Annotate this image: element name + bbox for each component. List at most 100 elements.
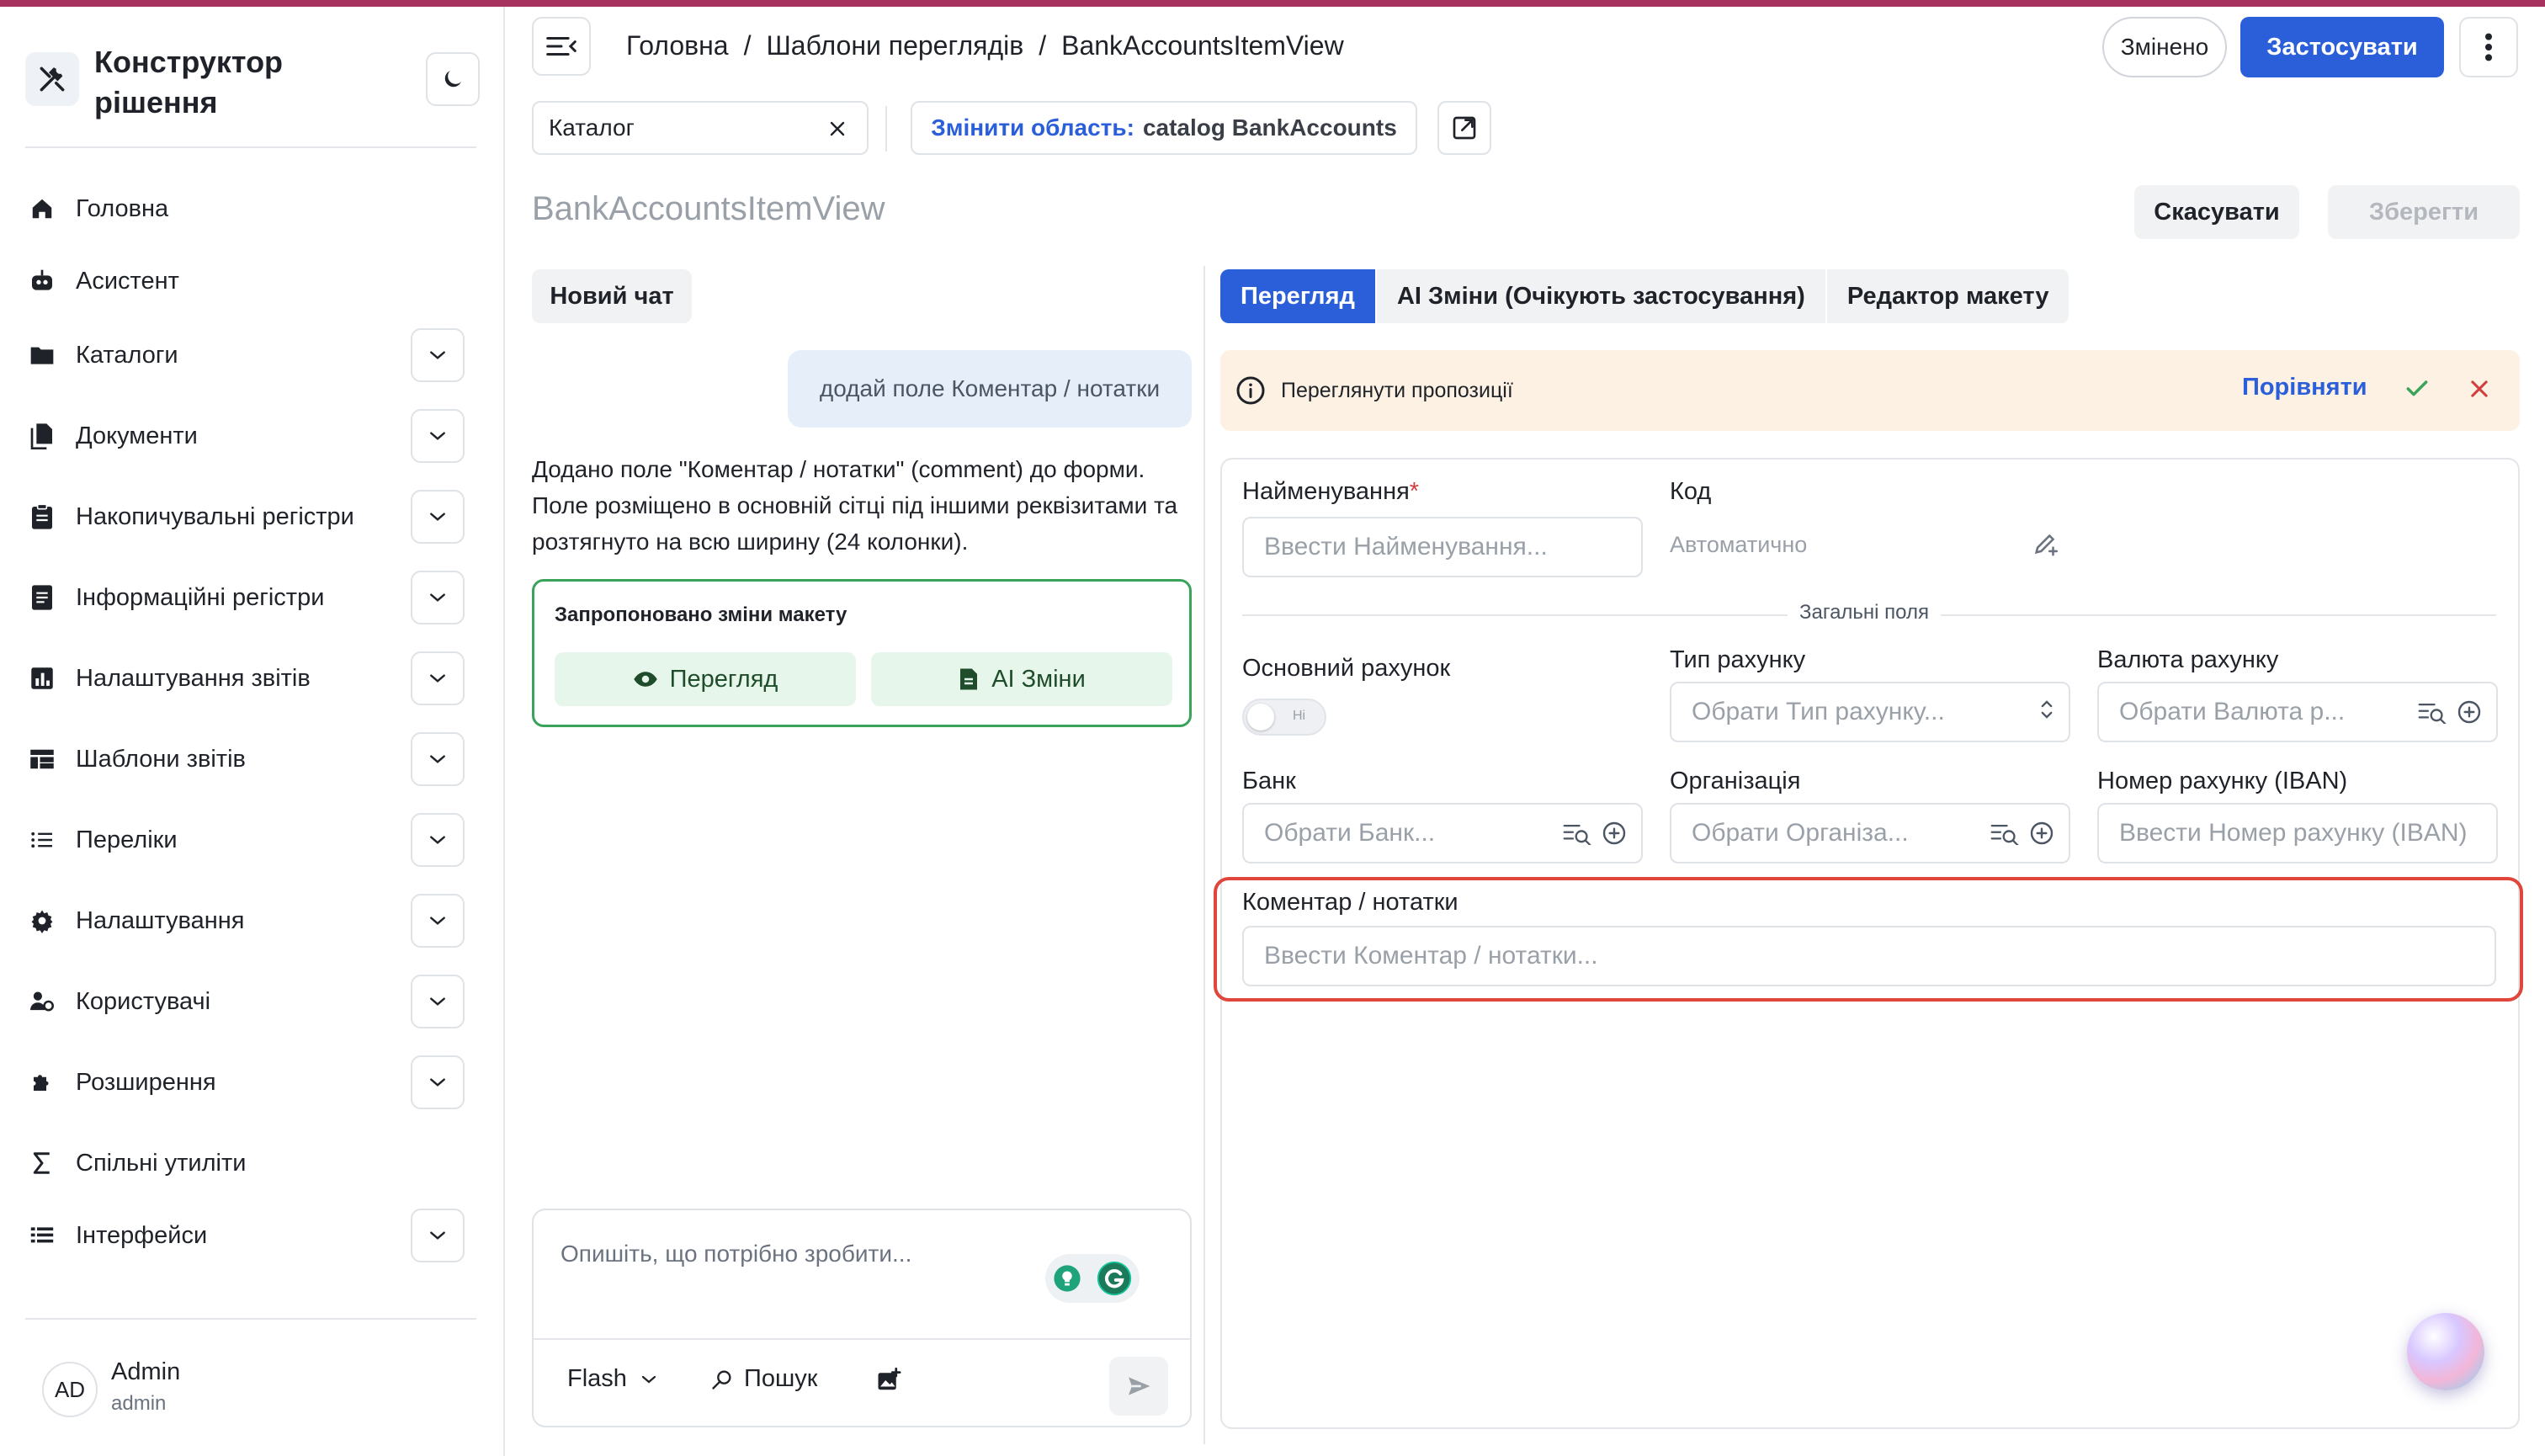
- accept-changes-button[interactable]: [2400, 372, 2434, 406]
- model-select[interactable]: Flash: [567, 1365, 657, 1393]
- breadcrumb-view-templates[interactable]: Шаблони переглядів: [766, 30, 1023, 61]
- sidebar-item-sigma[interactable]: Спільні утиліти: [25, 1136, 463, 1190]
- more-options-button[interactable]: [2459, 17, 2518, 77]
- org-placeholder: Обрати Організа...: [1692, 819, 1909, 847]
- chevron-down-icon[interactable]: [411, 975, 465, 1028]
- assistant-orb-button[interactable]: [2407, 1313, 2484, 1390]
- sidebar-item-register[interactable]: Інформаційні регістри: [25, 571, 465, 624]
- cancel-button[interactable]: Скасувати: [2134, 185, 2299, 239]
- image-add-icon: [878, 1368, 901, 1390]
- chevron-down-icon[interactable]: [411, 732, 465, 786]
- sidebar-item-label: Спільні утиліти: [76, 1149, 247, 1177]
- register-icon: [25, 581, 59, 614]
- breadcrumb-home[interactable]: Головна: [626, 30, 729, 61]
- bank-label: Банк: [1242, 768, 1296, 794]
- grammarly-widget[interactable]: [1045, 1254, 1140, 1303]
- required-marker: *: [1409, 478, 1420, 505]
- new-field-highlight: [1214, 877, 2523, 1002]
- collapse-sidebar-button[interactable]: [532, 17, 591, 76]
- tab-ai-changes[interactable]: AI Зміни (Очікують застосування): [1376, 269, 1827, 323]
- sidebar-item-robot[interactable]: Асистент: [25, 254, 463, 308]
- sidebar-item-users[interactable]: Користувачі: [25, 975, 465, 1028]
- add-circle-icon[interactable]: [2456, 699, 2483, 725]
- grammarly-icon: [1097, 1261, 1131, 1296]
- sidebar-item-label: Налаштування звітів: [76, 664, 311, 692]
- breadcrumb: Головна / Шаблони переглядів / BankAccou…: [626, 30, 1344, 61]
- main-account-toggle[interactable]: Ні: [1242, 699, 1326, 736]
- org-select[interactable]: Обрати Організа...: [1670, 803, 2070, 864]
- send-button[interactable]: [1109, 1357, 1168, 1416]
- sidebar-item-label: Налаштування: [76, 906, 245, 934]
- sidebar-item-documents[interactable]: Документи: [25, 409, 465, 463]
- sidebar-item-chart[interactable]: Налаштування звітів: [25, 651, 465, 705]
- theme-toggle-button[interactable]: [426, 52, 480, 106]
- account-type-select[interactable]: Обрати Тип рахунку...: [1670, 682, 2070, 742]
- code-label: Код: [1670, 478, 1712, 505]
- chevron-down-icon[interactable]: [411, 651, 465, 705]
- currency-select[interactable]: Обрати Валюта р...: [2097, 682, 2498, 742]
- sidebar-item-list[interactable]: Переліки: [25, 813, 465, 867]
- proposal-view-button[interactable]: Перегляд: [555, 652, 856, 706]
- chevron-down-icon[interactable]: [411, 1055, 465, 1109]
- chevron-down-icon[interactable]: [411, 894, 465, 948]
- sidebar-item-folder[interactable]: Каталоги: [25, 328, 465, 382]
- catalog-filter[interactable]: Каталог: [532, 101, 869, 155]
- change-scope-button[interactable]: Змінити область: catalog BankAccounts: [911, 101, 1417, 155]
- sidebar-item-home[interactable]: Головна: [25, 182, 463, 236]
- tab-preview[interactable]: Перегляд: [1220, 269, 1377, 323]
- apply-button[interactable]: Застосувати: [2240, 17, 2444, 77]
- avatar: AD: [42, 1362, 98, 1417]
- bank-select[interactable]: Обрати Банк...: [1242, 803, 1643, 864]
- sidebar-item-label: Накопичувальні регістри: [76, 502, 354, 530]
- chevron-down-icon[interactable]: [411, 409, 465, 463]
- name-input[interactable]: Ввести Найменування...: [1242, 517, 1643, 577]
- chevron-down-icon[interactable]: [411, 328, 465, 382]
- composer-divider: [534, 1338, 1190, 1340]
- proposal-ai-changes-button[interactable]: AI Зміни: [871, 652, 1172, 706]
- sidebar-item-label: Головна: [76, 194, 169, 222]
- chevron-down-icon[interactable]: [411, 490, 465, 544]
- clipboard-icon: [25, 500, 59, 534]
- code-value: Автоматично: [1670, 532, 1808, 557]
- chat-input[interactable]: Опишіть, що потрібно зробити...: [561, 1241, 911, 1267]
- open-external-button[interactable]: [1437, 101, 1491, 155]
- search-list-icon[interactable]: [1990, 821, 2020, 845]
- save-button[interactable]: Зберегти: [2328, 185, 2520, 239]
- sidebar-item-interfaces[interactable]: Інтерфейси: [25, 1209, 465, 1262]
- sidebar-item-clipboard[interactable]: Накопичувальні регістри: [25, 490, 465, 544]
- iban-input[interactable]: Ввести Номер рахунку (IBAN): [2097, 803, 2498, 864]
- search-icon: [712, 1370, 731, 1390]
- tab-layout-editor[interactable]: Редактор макету: [1826, 269, 2071, 323]
- iban-label: Номер рахунку (IBAN): [2097, 768, 2348, 794]
- documents-icon: [25, 419, 59, 453]
- breadcrumb-separator: /: [1039, 30, 1047, 61]
- chevron-down-icon[interactable]: [411, 1209, 465, 1262]
- user-name: Admin: [111, 1358, 181, 1385]
- section-title: Загальні поля: [1788, 601, 1941, 624]
- catalog-filter-value: Каталог: [549, 114, 635, 141]
- search-list-icon[interactable]: [2417, 700, 2447, 724]
- sidebar-item-gear[interactable]: Налаштування: [25, 894, 465, 948]
- bulb-icon: [1053, 1265, 1081, 1292]
- compare-link[interactable]: Порівняти: [2242, 374, 2367, 401]
- add-circle-icon[interactable]: [2028, 820, 2055, 847]
- new-chat-button[interactable]: Новий чат: [532, 269, 692, 323]
- user-profile[interactable]: AD Admin admin: [42, 1353, 463, 1421]
- chevron-down-icon[interactable]: [411, 813, 465, 867]
- attach-image-button[interactable]: [870, 1362, 907, 1399]
- name-label: Найменування*: [1242, 478, 1419, 506]
- scope-value: catalog BankAccounts: [1142, 114, 1397, 141]
- info-icon: [1236, 376, 1265, 405]
- add-circle-icon[interactable]: [1601, 820, 1628, 847]
- clear-icon[interactable]: [823, 114, 852, 143]
- proposal-notice: Переглянути пропозиції Порівняти: [1220, 350, 2520, 431]
- search-tool-button[interactable]: Пошук: [710, 1365, 817, 1393]
- reject-changes-button[interactable]: [2463, 372, 2496, 406]
- sidebar-item-grid[interactable]: Шаблони звітів: [25, 732, 465, 786]
- chevron-down-icon[interactable]: [411, 571, 465, 624]
- edit-code-icon[interactable]: [2032, 529, 2065, 562]
- search-list-icon[interactable]: [1562, 821, 1592, 845]
- proposal-view-label: Перегляд: [669, 665, 778, 693]
- sidebar-item-label: Каталоги: [76, 341, 178, 369]
- sidebar-item-puzzle[interactable]: Розширення: [25, 1055, 465, 1109]
